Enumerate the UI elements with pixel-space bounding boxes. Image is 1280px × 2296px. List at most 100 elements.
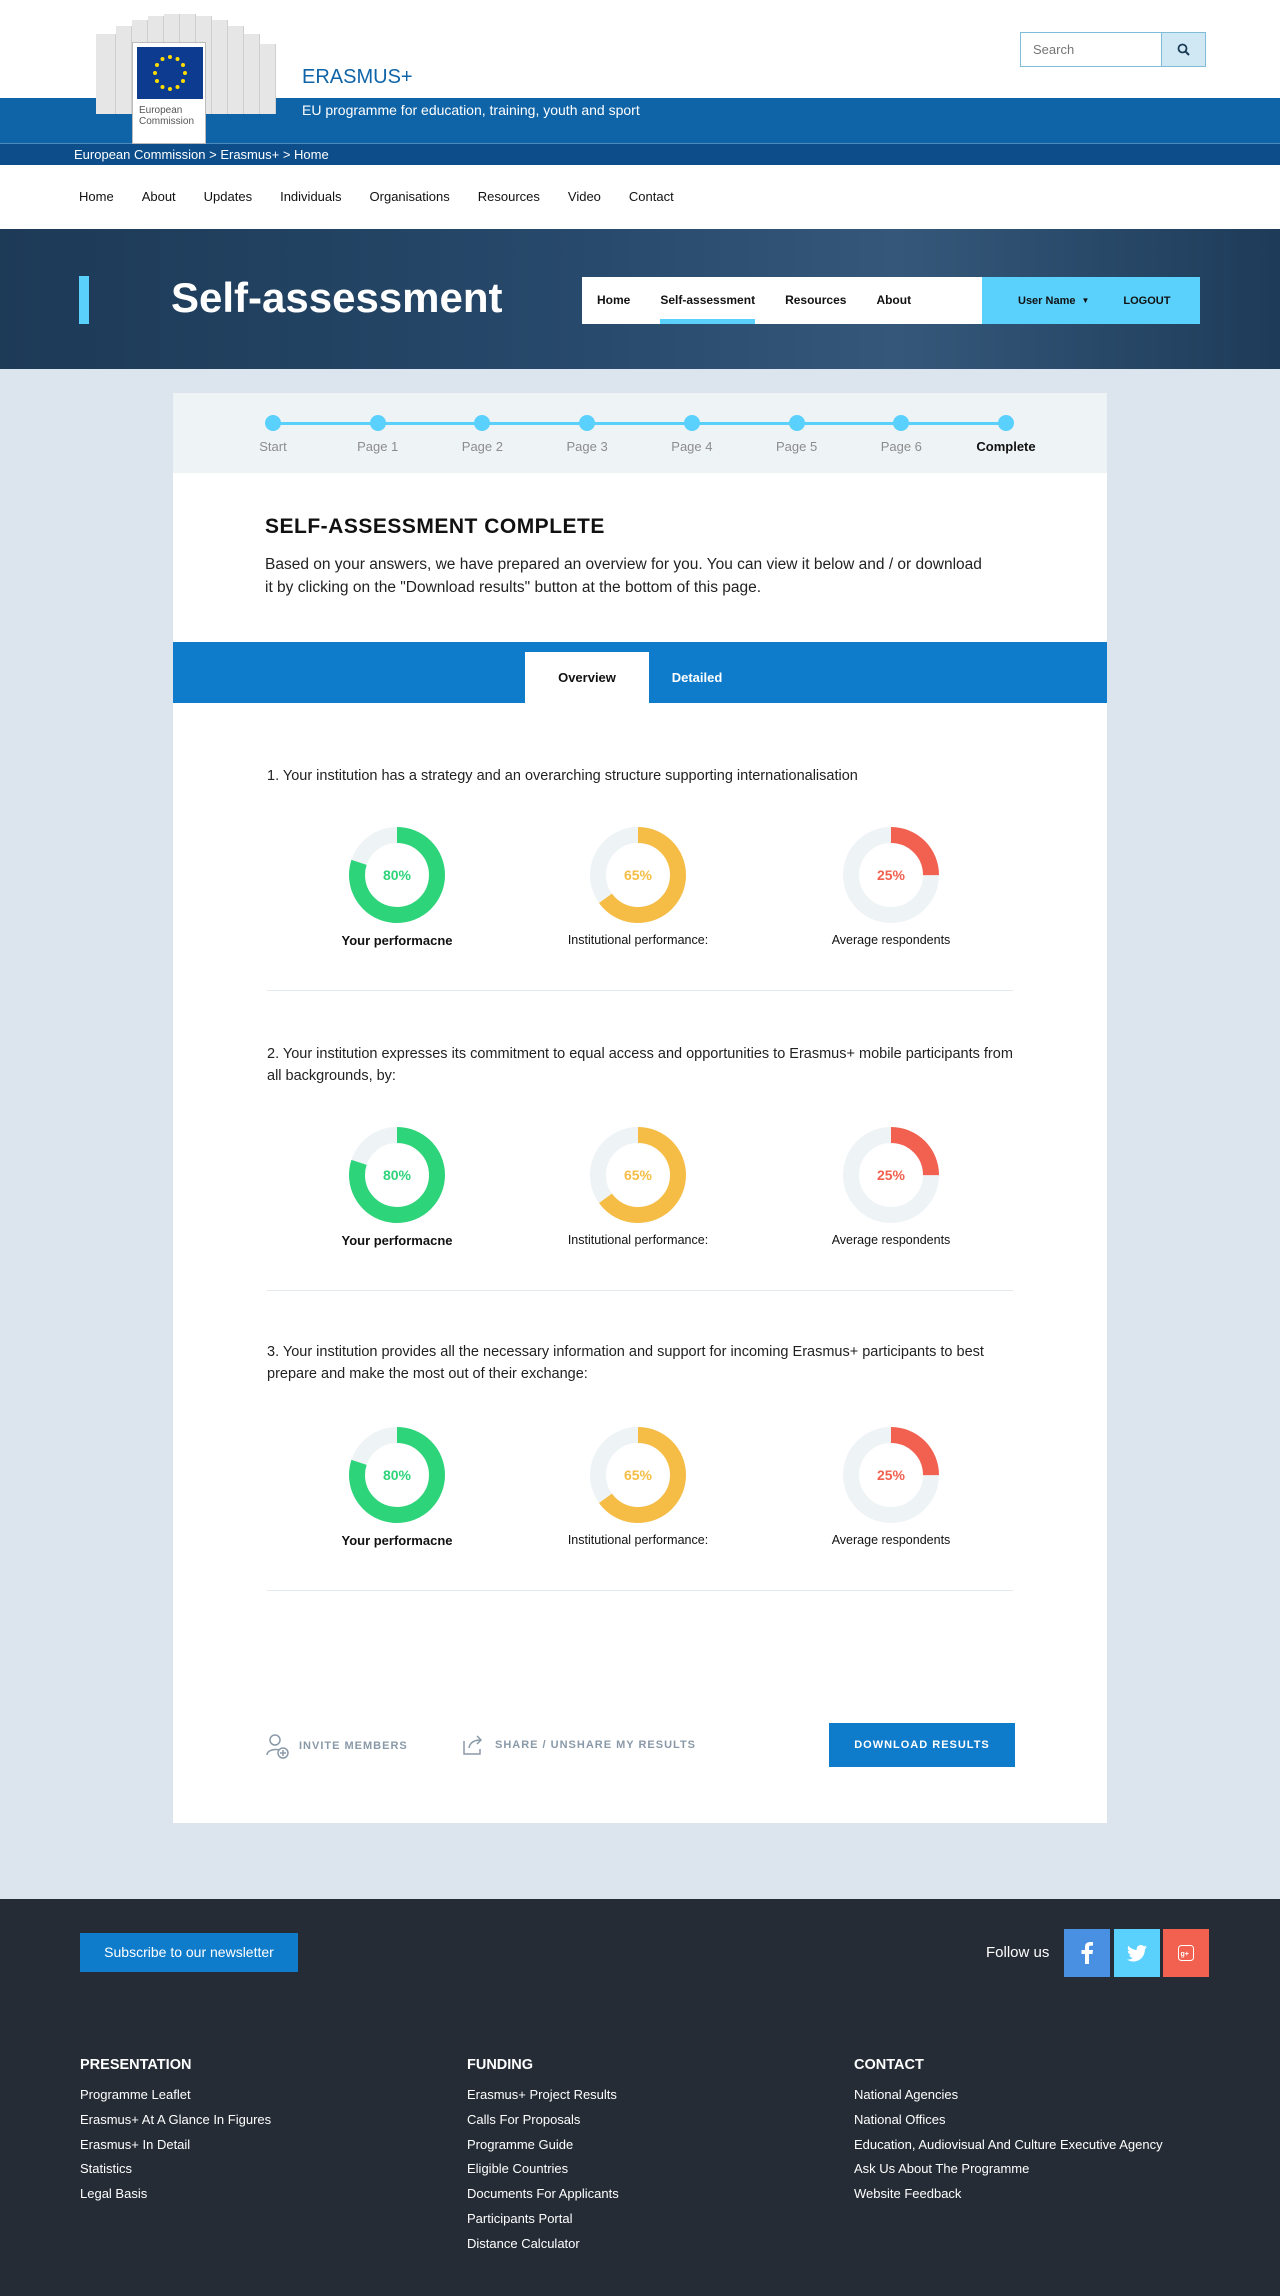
footer-link[interactable]: Documents For Applicants bbox=[467, 2186, 827, 2202]
download-results-button[interactable]: DOWNLOAD RESULTS bbox=[829, 1723, 1015, 1767]
footer-link[interactable]: National Agencies bbox=[854, 2087, 1214, 2103]
step-page-1[interactable]: Page 1 bbox=[338, 415, 418, 454]
tab-detailed[interactable]: Detailed bbox=[649, 652, 745, 703]
google-plus-link[interactable]: g+ bbox=[1163, 1929, 1209, 1977]
breadcrumb[interactable]: European Commission > Erasmus+ > Home bbox=[74, 147, 329, 162]
question-text: 2. Your institution expresses its commit… bbox=[267, 1046, 1013, 1084]
donut-value-label: 25% bbox=[877, 1467, 906, 1483]
step-dot bbox=[998, 415, 1014, 431]
donut-value-label: 65% bbox=[624, 1467, 653, 1483]
donut-chart: 65% bbox=[590, 827, 686, 923]
question-text: 3. Your institution provides all the nec… bbox=[267, 1344, 984, 1382]
section-title: SELF-ASSESSMENT COMPLETE bbox=[265, 515, 605, 538]
donut-chart: 80% bbox=[349, 827, 445, 923]
metric-row: 80% Your performacne 65% Institutional p… bbox=[267, 1425, 1023, 1565]
step-page-6[interactable]: Page 6 bbox=[861, 415, 941, 454]
nav-item-updates[interactable]: Updates bbox=[204, 189, 252, 204]
footer-link[interactable]: Erasmus+ At A Glance In Figures bbox=[80, 2112, 440, 2128]
divider bbox=[267, 1590, 1013, 1591]
metric-your-performance: 80% Your performacne bbox=[297, 825, 497, 948]
footer-link[interactable]: Programme Guide bbox=[467, 2137, 827, 2153]
step-dot bbox=[265, 415, 281, 431]
metric-institutional-performance: 65% Institutional performance: bbox=[538, 1425, 738, 1547]
results-actions: INVITE MEMBERS SHARE / UNSHARE MY RESULT… bbox=[265, 1723, 1015, 1767]
eu-flag-icon bbox=[137, 47, 203, 99]
donut-chart: 25% bbox=[843, 1427, 939, 1523]
nav-item-contact[interactable]: Contact bbox=[629, 189, 674, 204]
search-button[interactable] bbox=[1161, 33, 1205, 66]
invite-members-link[interactable]: INVITE MEMBERS bbox=[265, 1733, 408, 1759]
results-card: Start Page 1 Page 2 Page 3 Page 4 Page 5… bbox=[173, 393, 1107, 1823]
nav-item-organisations[interactable]: Organisations bbox=[370, 189, 450, 204]
tab-home[interactable]: Home bbox=[582, 277, 645, 324]
footer-column-title: PRESENTATION bbox=[80, 2057, 192, 2073]
footer-link[interactable]: National Offices bbox=[854, 2112, 1214, 2128]
footer-link[interactable]: Distance Calculator bbox=[467, 2236, 827, 2252]
nav-item-individuals[interactable]: Individuals bbox=[280, 189, 341, 204]
donut-chart: 80% bbox=[349, 1427, 445, 1523]
google-plus-icon: g+ bbox=[1178, 1945, 1194, 1961]
metric-institutional-performance: 65% Institutional performance: bbox=[538, 825, 738, 947]
progress-stepper: Start Page 1 Page 2 Page 3 Page 4 Page 5… bbox=[173, 393, 1107, 473]
intro-text: Based on your answers, we have prepared … bbox=[265, 556, 982, 596]
donut-value-label: 80% bbox=[383, 1167, 412, 1183]
donut-chart: 25% bbox=[843, 827, 939, 923]
footer-link[interactable]: Ask Us About The Programme bbox=[854, 2161, 1214, 2177]
step-page-5[interactable]: Page 5 bbox=[757, 415, 837, 454]
search-box bbox=[1020, 32, 1206, 67]
nav-item-resources[interactable]: Resources bbox=[478, 189, 540, 204]
step-page-3[interactable]: Page 3 bbox=[547, 415, 627, 454]
site-header: European Commission > Erasmus+ > Home Eu… bbox=[0, 0, 1280, 165]
user-bar: User Name ▼ LOGOUT bbox=[982, 277, 1200, 324]
step-start[interactable]: Start bbox=[233, 415, 313, 454]
step-complete[interactable]: Complete bbox=[966, 415, 1046, 454]
footer-link[interactable]: Calls For Proposals bbox=[467, 2112, 827, 2128]
user-menu[interactable]: User Name bbox=[1018, 295, 1075, 307]
step-page-2[interactable]: Page 2 bbox=[442, 415, 522, 454]
facebook-link[interactable] bbox=[1064, 1929, 1110, 1977]
site-tagline: EU programme for education, training, yo… bbox=[302, 102, 640, 118]
nav-item-about[interactable]: About bbox=[142, 189, 176, 204]
footer-link[interactable]: Education, Audiovisual And Culture Execu… bbox=[854, 2137, 1214, 2153]
footer-link[interactable]: Participants Portal bbox=[467, 2211, 827, 2227]
european-commission-logo[interactable]: European Commission bbox=[96, 14, 276, 144]
footer-link[interactable]: Eligible Countries bbox=[467, 2161, 827, 2177]
tab-about[interactable]: About bbox=[861, 277, 926, 324]
footer-link[interactable]: Erasmus+ Project Results bbox=[467, 2087, 827, 2103]
footer-column-title: FUNDING bbox=[467, 2057, 534, 2073]
site-footer: Subscribe to our newsletter Follow us g+… bbox=[0, 1899, 1280, 2296]
donut-value-label: 65% bbox=[624, 867, 653, 883]
footer-link[interactable]: Statistics bbox=[80, 2161, 440, 2177]
donut-chart: 25% bbox=[843, 1127, 939, 1223]
subscribe-button[interactable]: Subscribe to our newsletter bbox=[80, 1933, 298, 1972]
divider bbox=[267, 1290, 1013, 1291]
divider bbox=[267, 990, 1013, 991]
footer-column-title: CONTACT bbox=[854, 2057, 924, 2073]
tab-overview[interactable]: Overview bbox=[525, 652, 649, 703]
logout-button[interactable]: LOGOUT bbox=[1123, 295, 1170, 307]
donut-value-label: 80% bbox=[383, 1467, 412, 1483]
metric-row: 80% Your performacne 65% Institutional p… bbox=[267, 825, 1023, 965]
question-block-3: 3. Your institution provides all the nec… bbox=[267, 1341, 1023, 1591]
share-results-link[interactable]: SHARE / UNSHARE MY RESULTS bbox=[461, 1733, 696, 1757]
footer-link[interactable]: Website Feedback bbox=[854, 2186, 1214, 2202]
metric-institutional-performance: 65% Institutional performance: bbox=[538, 1125, 738, 1247]
logo-plate: European Commission bbox=[132, 42, 206, 144]
footer-link[interactable]: Programme Leaflet bbox=[80, 2087, 440, 2103]
step-page-4[interactable]: Page 4 bbox=[652, 415, 732, 454]
twitter-link[interactable] bbox=[1114, 1929, 1160, 1977]
tab-self-assessment[interactable]: Self-assessment bbox=[645, 277, 770, 324]
footer-link[interactable]: Legal Basis bbox=[80, 2186, 440, 2202]
search-input[interactable] bbox=[1021, 33, 1161, 66]
follow-us-label: Follow us bbox=[986, 1944, 1050, 1961]
metric-your-performance: 80% Your performacne bbox=[297, 1125, 497, 1248]
tab-resources[interactable]: Resources bbox=[770, 277, 861, 324]
caret-down-icon[interactable]: ▼ bbox=[1081, 296, 1089, 305]
nav-item-video[interactable]: Video bbox=[568, 189, 601, 204]
footer-link[interactable]: Erasmus+ In Detail bbox=[80, 2137, 440, 2153]
nav-item-home[interactable]: Home bbox=[79, 189, 114, 204]
step-dot bbox=[788, 415, 805, 431]
step-dot bbox=[683, 415, 700, 431]
metric-average-respondents: 25% Average respondents bbox=[791, 1125, 991, 1247]
site-name[interactable]: ERASMUS+ bbox=[302, 66, 413, 89]
